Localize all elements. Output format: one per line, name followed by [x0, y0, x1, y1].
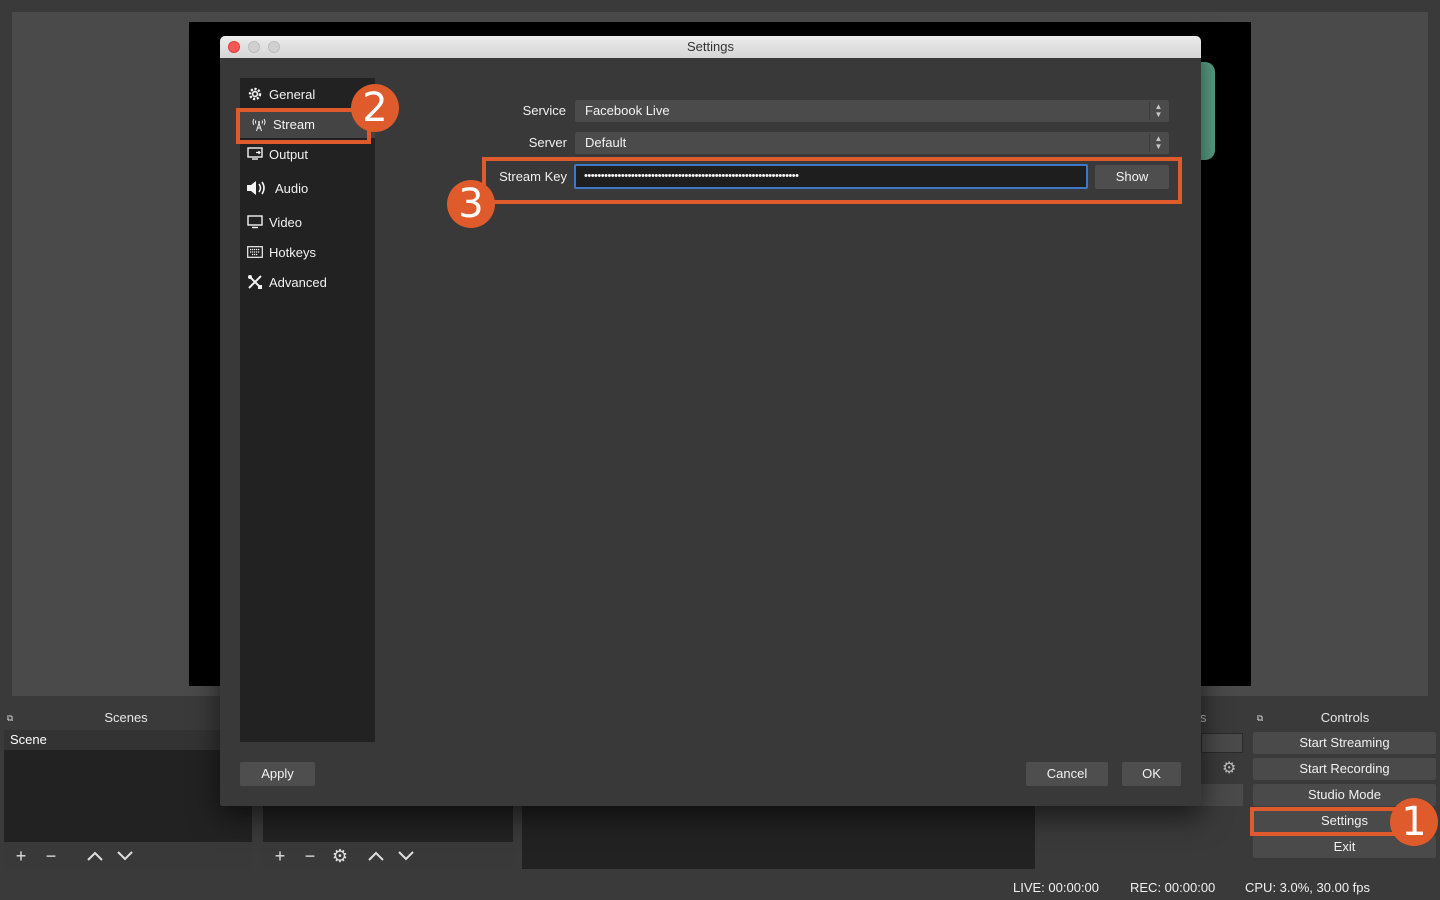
status-bar: LIVE: 00:00:00 REC: 00:00:00 CPU: 3.0%, … [0, 878, 1440, 900]
scenes-list[interactable]: Scene [4, 730, 252, 842]
add-source-icon[interactable]: + [267, 844, 293, 868]
maximize-window-icon[interactable] [268, 41, 280, 53]
transition-spinbox[interactable] [1201, 733, 1243, 753]
controls-title: Controls [1320, 710, 1370, 725]
scenes-title: Scenes [104, 710, 148, 725]
start-recording-button[interactable]: Start Recording [1253, 758, 1436, 780]
minimize-window-icon[interactable] [248, 41, 260, 53]
highlight-stream-key [482, 157, 1182, 204]
settings-dialog: Settings General Stream Output Audio Vid… [220, 36, 1201, 806]
speaker-icon [246, 179, 270, 197]
gear-icon [246, 85, 264, 103]
sidebar-item-output[interactable]: Output [240, 140, 375, 168]
sidebar-item-label: Output [269, 146, 309, 162]
dialog-title: Settings [687, 39, 734, 54]
rec-status: REC: 00:00:00 [1130, 880, 1216, 895]
dock-float-icon[interactable]: ⧉ [1255, 713, 1265, 723]
sidebar-item-label: Advanced [269, 274, 327, 290]
sidebar-item-advanced[interactable]: Advanced [240, 268, 375, 296]
output-icon [246, 145, 264, 163]
scenes-toolbar: + − [4, 843, 252, 869]
step-badge-1: 1 [1390, 798, 1438, 846]
keyboard-icon [246, 243, 264, 261]
service-value: Facebook Live [585, 103, 670, 118]
source-gear-icon[interactable]: ⚙ [327, 844, 353, 868]
remove-source-icon[interactable]: − [297, 844, 323, 868]
sources-toolbar: + − ⚙ [263, 843, 513, 869]
sidebar-item-video[interactable]: Video [240, 208, 375, 236]
duration-spinbox[interactable] [1201, 784, 1243, 806]
dock-float-icon[interactable]: ⧉ [5, 713, 15, 723]
sidebar-item-label: Hotkeys [269, 244, 316, 260]
cpu-status: CPU: 3.0%, 30.00 fps [1245, 880, 1371, 895]
sidebar-item-label: Audio [275, 180, 309, 196]
add-scene-icon[interactable]: + [8, 844, 34, 868]
highlight-settings [1250, 807, 1400, 836]
close-window-icon[interactable] [228, 41, 240, 53]
sidebar-item-label: Video [269, 214, 303, 230]
step-badge-2: 2 [351, 84, 399, 132]
source-up-icon[interactable] [363, 844, 389, 868]
updown-arrows-icon: ▲ ▼ [1149, 102, 1167, 120]
ok-button[interactable]: OK [1122, 762, 1181, 786]
scenes-dock-title: ⧉ Scenes [0, 708, 252, 728]
audio-mixer-area [522, 806, 1035, 869]
scene-item[interactable]: Scene [4, 730, 252, 750]
tools-icon [246, 273, 264, 291]
live-status: LIVE: 00:00:00 [1013, 880, 1100, 895]
source-down-icon[interactable] [393, 844, 419, 868]
server-select[interactable]: Default ▲ ▼ [575, 132, 1169, 154]
service-select[interactable]: Facebook Live ▲ ▼ [575, 100, 1169, 122]
server-label: Server [528, 135, 567, 150]
sidebar-item-hotkeys[interactable]: Hotkeys [240, 238, 375, 266]
cancel-button[interactable]: Cancel [1026, 762, 1108, 786]
start-streaming-button[interactable]: Start Streaming [1253, 732, 1436, 754]
service-label: Service [522, 103, 566, 118]
sidebar-item-audio[interactable]: Audio [240, 174, 375, 202]
controls-dock-title: ⧉ Controls [1250, 708, 1440, 728]
remove-scene-icon[interactable]: − [38, 844, 64, 868]
settings-sidebar: General Stream Output Audio Video Hotkey… [240, 78, 375, 742]
move-up-icon[interactable] [82, 844, 108, 868]
dialog-titlebar: Settings [220, 36, 1201, 58]
move-down-icon[interactable] [112, 844, 138, 868]
updown-arrows-icon: ▲ ▼ [1149, 134, 1167, 152]
server-value: Default [585, 135, 627, 150]
apply-button[interactable]: Apply [240, 762, 315, 786]
monitor-icon [246, 213, 264, 231]
sidebar-item-label: General [269, 86, 316, 102]
transition-gear-icon[interactable]: ⚙ [1222, 758, 1236, 778]
step-badge-3: 3 [447, 180, 495, 228]
